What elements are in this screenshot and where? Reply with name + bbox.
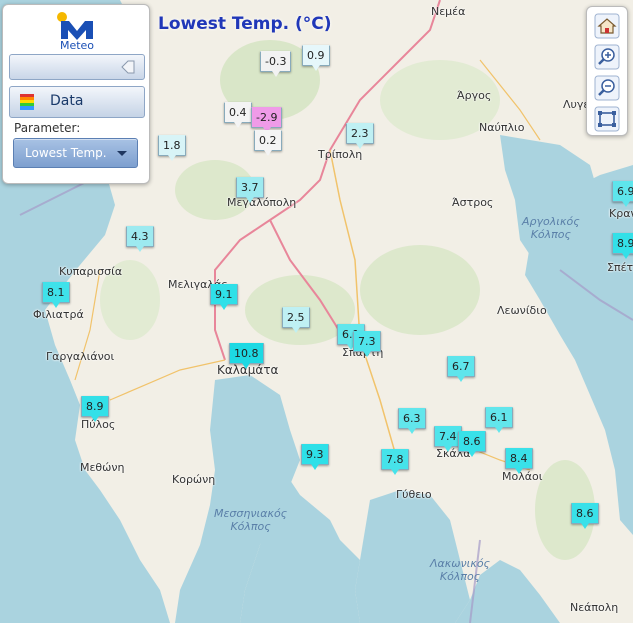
place-label: Άργος (457, 89, 492, 102)
place-label: Σπέτσ (607, 261, 633, 274)
station-marker[interactable]: 7.3 (353, 331, 381, 357)
station-marker[interactable]: 8.9 (612, 233, 633, 259)
place-label: Κυπαρισσία (59, 265, 123, 278)
station-marker[interactable]: 2.3 (346, 123, 374, 149)
station-marker[interactable]: 8.4 (505, 448, 533, 474)
station-marker[interactable]: 6.1 (485, 407, 513, 433)
data-button-label: Data (50, 93, 84, 109)
control-panel: Meteo Data Parameter: Lowest Temp. (2, 4, 150, 184)
station-marker[interactable]: 0.4 (224, 102, 252, 128)
station-marker[interactable]: 6.7 (447, 356, 475, 382)
parameter-label: Parameter: (14, 121, 81, 135)
station-marker[interactable]: 9.1 (210, 284, 238, 310)
place-label: Νεάπολη (570, 601, 619, 614)
opacity-slider[interactable] (9, 54, 145, 80)
place-label: Άστρος (452, 196, 494, 209)
station-marker[interactable]: 6.9 (612, 181, 633, 207)
place-label: Μεθώνη (80, 461, 125, 474)
sea-label: Αργολικός Κόλπος (522, 215, 580, 241)
station-marker[interactable]: -0.3 (260, 51, 292, 77)
station-marker[interactable]: 6.3 (398, 408, 426, 434)
parameter-select[interactable]: Lowest Temp. (13, 138, 138, 168)
palette-icon (20, 94, 34, 110)
zoom-in-icon[interactable] (594, 44, 620, 70)
station-marker[interactable]: 3.7 (236, 177, 264, 203)
station-marker[interactable]: 2.5 (282, 307, 310, 333)
zoom-out-icon[interactable] (594, 75, 620, 101)
station-marker[interactable]: 7.8 (381, 449, 409, 475)
place-label: Κρανί (609, 207, 633, 220)
place-label: Γύθειο (396, 488, 432, 501)
map-title: Lowest Temp. (°C) (158, 14, 332, 34)
chevron-down-icon (117, 151, 127, 156)
station-marker[interactable]: 1.8 (158, 135, 186, 161)
station-marker[interactable]: 10.8 (229, 343, 264, 369)
data-button[interactable]: Data (9, 86, 145, 118)
home-icon[interactable] (594, 13, 620, 39)
zoom-extent-icon[interactable] (594, 106, 620, 132)
slider-handle-icon[interactable] (120, 59, 136, 75)
station-marker[interactable]: 9.3 (301, 444, 329, 470)
station-marker[interactable]: 8.6 (571, 503, 599, 529)
place-label: Νεμέα (431, 5, 466, 18)
place-label: Ναύπλιο (479, 121, 525, 134)
station-marker[interactable]: 0.2 (254, 130, 282, 156)
station-marker[interactable]: 8.6 (458, 431, 486, 457)
place-label: Γαργαλιάνοι (46, 350, 115, 363)
parameter-select-value: Lowest Temp. (25, 146, 107, 160)
sea-label: Μεσσηνιακός Κόλπος (214, 507, 288, 533)
place-label: Τρίπολη (318, 148, 363, 161)
map-toolbar (586, 6, 628, 136)
meteo-logo[interactable]: Meteo (55, 11, 99, 52)
place-label: Κορώνη (172, 473, 216, 486)
station-marker[interactable]: 8.1 (42, 282, 70, 308)
station-marker[interactable]: 4.3 (126, 226, 154, 252)
station-marker[interactable]: -2.9 (251, 107, 283, 133)
place-label: Λεωνίδιο (497, 304, 547, 317)
sea-label: Λακωνικός Κόλπος (430, 557, 491, 583)
place-label: Φιλιατρά (33, 308, 84, 321)
station-marker[interactable]: 8.9 (81, 396, 109, 422)
logo-text: Meteo (59, 39, 95, 52)
station-marker[interactable]: 0.9 (302, 45, 330, 71)
